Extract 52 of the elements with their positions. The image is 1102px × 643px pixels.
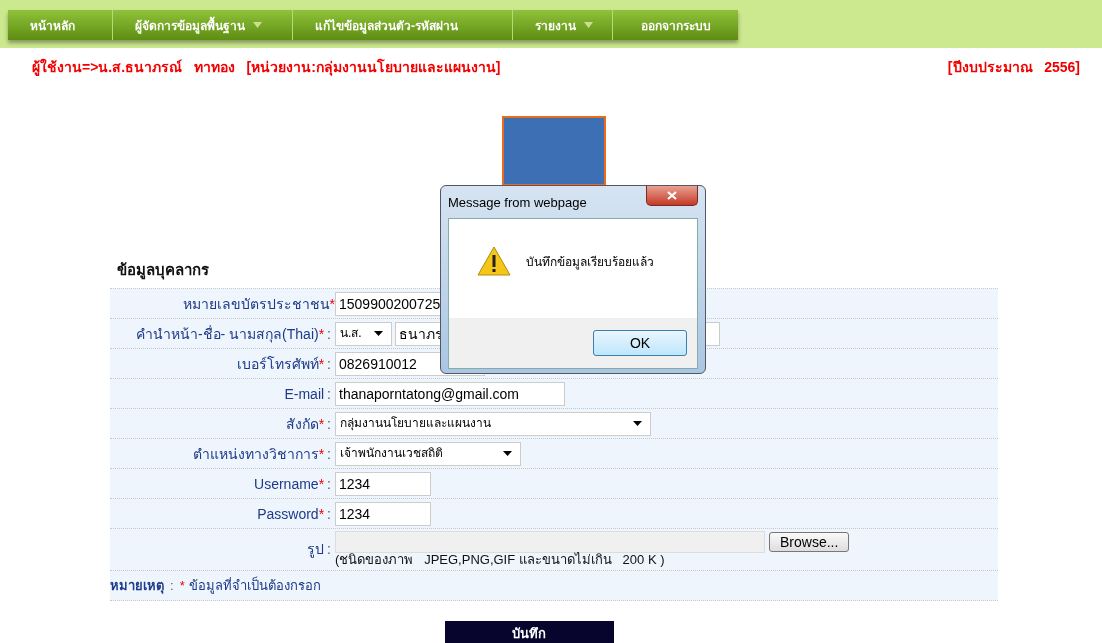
caret-icon <box>633 421 642 426</box>
user-info: ผู้ใช้งาน=>น.ส.ธนาภรณ์ ทาทอง [หน่วยงาน:กลุ่มงานนโยบายและแผนงาน] <box>32 57 501 78</box>
ok-button[interactable]: OK <box>593 330 687 356</box>
colon: : <box>170 577 174 593</box>
close-icon <box>667 191 677 200</box>
caret-icon <box>503 451 512 456</box>
field-label: เบอร์โทรศัพท์ <box>236 354 319 374</box>
colon: : <box>327 445 331 462</box>
input-field[interactable]: thanaporntatong@gmail.com <box>335 381 565 406</box>
dialog-title: Message from webpage <box>448 195 587 210</box>
required-mark: * <box>318 325 325 342</box>
field-label: ตำแหน่งทางวิชาการ <box>192 444 319 464</box>
file-field[interactable] <box>335 531 765 553</box>
save-button[interactable]: บันทึก <box>444 620 614 643</box>
note-label: หมายเหตุ <box>110 576 164 596</box>
colon: : <box>327 415 331 432</box>
field-label: คำนำหน้า-ชื่อ- นามสกุล(Thai) <box>135 324 319 345</box>
colon: : <box>327 505 331 522</box>
colon: : <box>327 355 331 372</box>
required-mark: * <box>329 295 335 312</box>
field-label: หมายเลขบัตรประชาชน <box>182 294 330 314</box>
field-label: Username <box>254 475 319 492</box>
field-label: E-mail <box>284 385 325 402</box>
dropdown[interactable]: เจ้าพนักงานเวชสถิติ <box>335 441 521 466</box>
input-field[interactable]: 1234 <box>335 501 431 526</box>
required-mark: * <box>318 415 325 432</box>
colon: : <box>327 325 331 342</box>
close-button[interactable] <box>646 186 698 206</box>
file-hint: (ชนิดของภาพ JPEG,PNG,GIF และขนาดไม่เกิน 200 K ) <box>335 553 666 568</box>
input-field[interactable]: 1234 <box>335 471 431 496</box>
dialog-message: บันทึกข้อมูลเรียบร้อยแล้ว <box>526 253 654 271</box>
colon: : <box>327 475 331 492</box>
required-mark: * <box>318 445 325 462</box>
colon: : <box>327 385 331 402</box>
required-mark: * <box>179 577 185 593</box>
warning-icon <box>477 246 511 276</box>
caret-icon <box>584 22 593 28</box>
form-title: ข้อมูลบุคลากร <box>117 260 209 282</box>
colon: : <box>327 541 331 558</box>
field-label: สังกัด <box>285 414 319 434</box>
field-label: รูป <box>307 540 325 560</box>
required-mark: * <box>318 505 325 522</box>
browse-button[interactable]: Browse... <box>769 532 850 552</box>
required-mark: * <box>318 355 325 372</box>
required-mark: * <box>318 475 325 492</box>
field-label: Password <box>257 505 319 522</box>
budget-year: [ปีงบประมาณ 2556] <box>947 58 1080 77</box>
caret-icon <box>374 331 383 336</box>
dropdown[interactable]: กลุ่มงานนโยบายและแผนงาน <box>335 411 651 436</box>
title-dropdown[interactable]: น.ส. <box>335 321 392 346</box>
note-text: ข้อมูลที่จำเป็นต้องกรอก <box>188 575 321 596</box>
caret-icon <box>253 22 262 28</box>
